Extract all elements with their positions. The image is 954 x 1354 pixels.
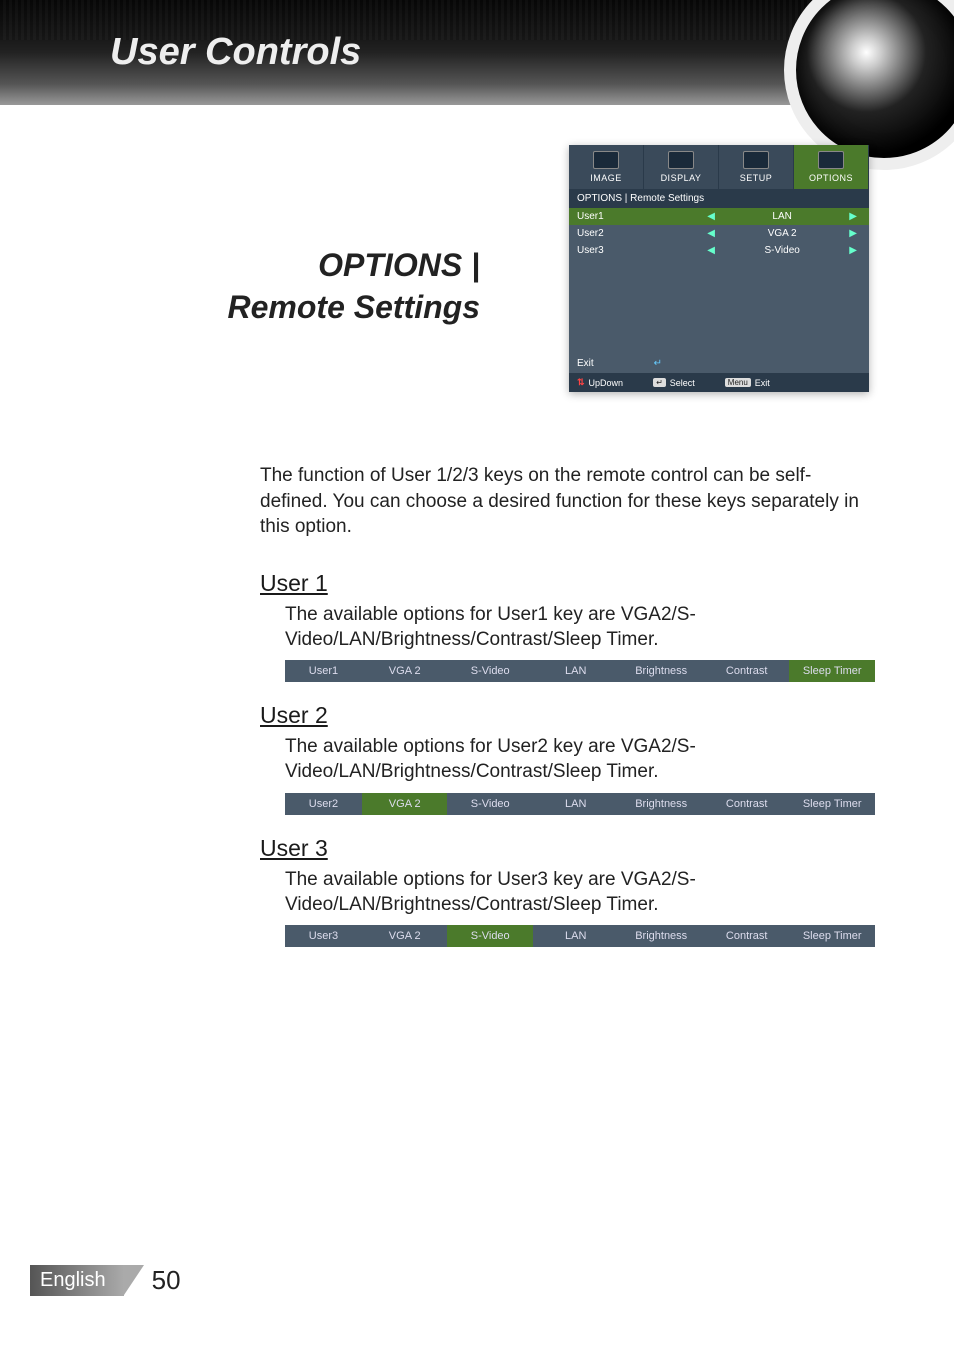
osd-spacer [569, 259, 869, 354]
osd-tab-display[interactable]: DISPLAY [644, 145, 719, 189]
language-badge: English [30, 1265, 124, 1296]
user1-opt-0[interactable]: VGA 2 [362, 660, 448, 682]
osd-row-user1-label: User1 [577, 211, 703, 222]
chevron-left-icon[interactable]: ◀ [703, 211, 719, 222]
osd-tab-options-label: OPTIONS [809, 173, 853, 183]
user3-opt-4[interactable]: Contrast [704, 925, 790, 947]
user2-opt-5[interactable]: Sleep Timer [789, 793, 875, 815]
monitor-icon [593, 151, 619, 169]
user1-opt-4[interactable]: Contrast [704, 660, 790, 682]
user2-opt-4[interactable]: Contrast [704, 793, 790, 815]
user1-opt-2[interactable]: LAN [533, 660, 619, 682]
osd-footer: ⇅ UpDown ↵ Select Menu Exit [569, 373, 869, 392]
osd-footer-updown-label: UpDown [589, 378, 624, 388]
osd-footer-select: ↵ Select [653, 378, 695, 388]
osd-row-user3-value: S-Video [719, 245, 845, 256]
osd-exit-row[interactable]: Exit ↵ [569, 354, 869, 373]
user1-opt-5[interactable]: Sleep Timer [789, 660, 875, 682]
user3-desc: The available options for User3 key are … [285, 868, 874, 917]
user2-desc: The available options for User2 key are … [285, 735, 874, 784]
options-icon [818, 151, 844, 169]
user3-opt-3[interactable]: Brightness [618, 925, 704, 947]
chevron-right-icon[interactable]: ▶ [845, 228, 861, 239]
osd-row-user1-value: LAN [719, 211, 845, 222]
chevron-right-icon[interactable]: ▶ [845, 211, 861, 222]
display-icon [668, 151, 694, 169]
osd-row-user1[interactable]: User1 ◀ LAN ▶ [569, 208, 869, 225]
osd-exit-label: Exit [577, 358, 594, 369]
chevron-left-icon[interactable]: ◀ [703, 228, 719, 239]
updown-arrows-icon: ⇅ [577, 377, 585, 388]
user1-option-bar: User1 VGA 2 S-Video LAN Brightness Contr… [285, 660, 875, 682]
user3-opt-2[interactable]: LAN [533, 925, 619, 947]
osd-footer-updown: ⇅ UpDown [577, 377, 623, 388]
osd-row-user2-value: VGA 2 [719, 228, 845, 239]
user1-opt-3[interactable]: Brightness [618, 660, 704, 682]
osd-row-user3-label: User3 [577, 245, 703, 256]
user2-opt-3[interactable]: Brightness [618, 793, 704, 815]
page-title: User Controls [110, 31, 361, 74]
user2-heading: User 2 [260, 702, 874, 729]
user1-opt-1[interactable]: S-Video [447, 660, 533, 682]
user1-heading: User 1 [260, 570, 874, 597]
user3-heading: User 3 [260, 835, 874, 862]
user1-bar-label: User1 [285, 660, 362, 682]
osd-tab-display-label: DISPLAY [661, 173, 702, 183]
page-number: 50 [152, 1265, 181, 1296]
osd-row-user3[interactable]: User3 ◀ S-Video ▶ [569, 242, 869, 259]
osd-tab-options[interactable]: OPTIONS [794, 145, 869, 189]
user3-opt-5[interactable]: Sleep Timer [789, 925, 875, 947]
page-footer: English 50 [30, 1265, 181, 1296]
osd-footer-exit: Menu Exit [725, 378, 770, 388]
osd-breadcrumb: OPTIONS | Remote Settings [569, 189, 869, 208]
menu-key-icon: Menu [725, 378, 751, 387]
enter-key-icon: ↵ [653, 378, 666, 387]
chevron-left-icon[interactable]: ◀ [703, 245, 719, 256]
osd-tab-setup[interactable]: SETUP [719, 145, 794, 189]
user2-opt-1[interactable]: S-Video [447, 793, 533, 815]
user2-opt-2[interactable]: LAN [533, 793, 619, 815]
user2-opt-0[interactable]: VGA 2 [362, 793, 448, 815]
section-heading-line1: OPTIONS | [318, 247, 480, 283]
user1-desc: The available options for User1 key are … [285, 603, 874, 652]
user2-bar-label: User2 [285, 793, 362, 815]
osd-menu: IMAGE DISPLAY SETUP OPTIONS OPTIONS | Re… [569, 145, 869, 392]
intro-paragraph: The function of User 1/2/3 keys on the r… [260, 463, 874, 540]
osd-tab-setup-label: SETUP [740, 173, 773, 183]
user3-bar-label: User3 [285, 925, 362, 947]
osd-tab-image[interactable]: IMAGE [569, 145, 644, 189]
osd-footer-select-label: Select [670, 378, 695, 388]
setup-icon [743, 151, 769, 169]
user3-opt-0[interactable]: VGA 2 [362, 925, 448, 947]
osd-row-user2-label: User2 [577, 228, 703, 239]
chevron-right-icon[interactable]: ▶ [845, 245, 861, 256]
section-heading: OPTIONS | Remote Settings [80, 245, 480, 328]
enter-icon: ↵ [654, 358, 662, 369]
user2-option-bar: User2 VGA 2 S-Video LAN Brightness Contr… [285, 793, 875, 815]
osd-tab-image-label: IMAGE [590, 173, 622, 183]
user3-option-bar: User3 VGA 2 S-Video LAN Brightness Contr… [285, 925, 875, 947]
osd-row-user2[interactable]: User2 ◀ VGA 2 ▶ [569, 225, 869, 242]
osd-footer-exit-label: Exit [755, 378, 770, 388]
osd-tabs: IMAGE DISPLAY SETUP OPTIONS [569, 145, 869, 189]
section-heading-line2: Remote Settings [228, 289, 480, 325]
user3-opt-1[interactable]: S-Video [447, 925, 533, 947]
